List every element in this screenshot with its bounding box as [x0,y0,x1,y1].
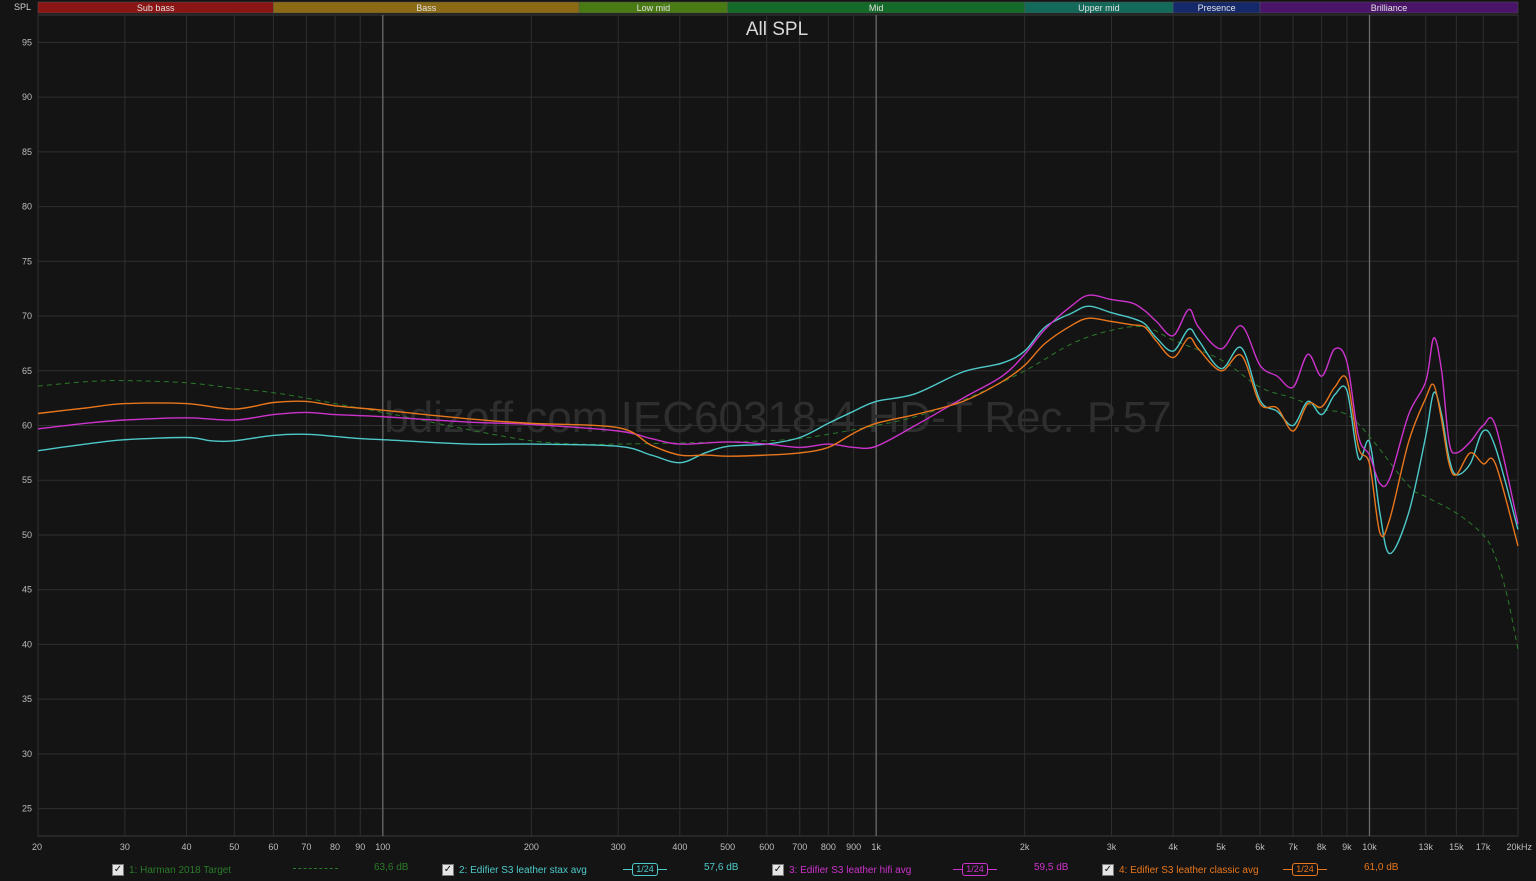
x-tick-label: 9k [1342,842,1352,852]
x-tick-label: 30 [120,842,130,852]
x-tick-label: 3k [1107,842,1117,852]
legend-item-classic[interactable]: ✓ 4: Edifier S3 leather classic avg [1102,861,1259,879]
x-tick-label: 700 [792,842,807,852]
x-tick-label: 8k [1317,842,1327,852]
y-axis-label: SPL [14,2,31,12]
x-tick-label: 4k [1168,842,1178,852]
legend-label: 4: Edifier S3 leather classic avg [1119,864,1259,876]
y-tick-label: 70 [22,311,32,321]
legend: ✓ 1: Harman 2018 Target 63,6 dB ✓ 2: Edi… [0,858,1536,881]
smoothing-label: 1/24 [632,862,658,876]
checkbox-icon[interactable]: ✓ [442,864,454,876]
legend-level: 57,6 dB [704,862,739,873]
x-tick-label: 60 [268,842,278,852]
band-label: Brilliance [1371,3,1408,13]
x-tick-label: 40 [182,842,192,852]
legend-item-harman-target[interactable]: ✓ 1: Harman 2018 Target [112,861,231,879]
watermark: bdizoff.com IEC60318-4 HD-T Rec. P.57 [384,393,1172,442]
band-label: Low mid [637,3,671,13]
x-tick-label: 15k [1449,842,1464,852]
smoothing-label: 1/24 [962,862,988,876]
y-tick-label: 65 [22,366,32,376]
watermark-text: bdizoff.com IEC60318-4 HD-T Rec. P.57 [384,393,1172,442]
smoothing-label: 1/24 [1292,862,1318,876]
x-tick-label: 50 [229,842,239,852]
legend-item-stax[interactable]: ✓ 2: Edifier S3 leather stax avg [442,861,587,879]
y-tick-label: 35 [22,694,32,704]
y-tick-label: 50 [22,530,32,540]
x-tick-label: 17k [1476,842,1491,852]
x-tick-label: 500 [720,842,735,852]
x-tick-label: 400 [672,842,687,852]
band-label: Upper mid [1078,3,1120,13]
band-label: Bass [416,3,437,13]
x-tick-label: 70 [301,842,311,852]
x-tick-label: 2k [1020,842,1030,852]
frequency-bands: Sub bass Bass Low mid Mid Upper mid Presence B… [37,1,1519,14]
y-tick-label: 55 [22,475,32,485]
smoothing-selector[interactable]: 1/24 [1283,862,1327,876]
legend-item-hifi[interactable]: ✓ 3: Edifier S3 leather hifi avg [772,861,911,879]
y-tick-label: 25 [22,804,32,814]
legend-label: 3: Edifier S3 leather hifi avg [789,864,912,876]
x-tick-label: 20kHz [1506,842,1532,852]
x-tick-label: 100 [375,842,390,852]
frequency-response-chart: Sub bass Bass Low mid Mid Upper mid Presence B… [0,0,1536,858]
x-tick-label: 7k [1288,842,1298,852]
x-tick-label: 900 [846,842,861,852]
x-tick-label: 800 [821,842,836,852]
y-tick-label: 95 [22,37,32,47]
x-tick-label: 600 [759,842,774,852]
checkbox-icon[interactable]: ✓ [112,864,124,876]
band-label: Sub bass [137,3,175,13]
x-tick-label: 200 [524,842,539,852]
smoothing-selector[interactable]: 1/24 [623,862,667,876]
y-tick-label: 85 [22,147,32,157]
checkbox-icon[interactable]: ✓ [772,864,784,876]
chart-title: All SPL [746,19,808,40]
y-tick-label: 45 [22,585,32,595]
legend-level: 59,5 dB [1034,862,1069,873]
x-tick-label: 13k [1418,842,1433,852]
legend-level: 63,6 dB [374,862,409,873]
x-tick-label: 5k [1216,842,1226,852]
band-label: Presence [1198,3,1236,13]
checkbox-icon[interactable]: ✓ [1102,864,1114,876]
y-tick-label: 60 [22,421,32,431]
x-tick-label: 1k [871,842,881,852]
band-label: Mid [869,3,884,13]
y-tick-label: 90 [22,92,32,102]
x-tick-label: 80 [330,842,340,852]
smoothing-selector[interactable]: 1/24 [953,862,997,876]
x-tick-label: 300 [611,842,626,852]
y-tick-label: 75 [22,256,32,266]
x-tick-label: 90 [355,842,365,852]
y-tick-label: 40 [22,639,32,649]
legend-label: 2: Edifier S3 leather stax avg [459,864,587,876]
legend-level: 61,0 dB [1364,862,1399,873]
legend-label: 1: Harman 2018 Target [129,864,232,876]
x-tick-label: 10k [1362,842,1377,852]
dashed-line-icon [293,868,338,869]
y-tick-label: 30 [22,749,32,759]
y-tick-label: 80 [22,202,32,212]
x-tick-label: 6k [1255,842,1265,852]
x-tick-label: 20 [32,842,42,852]
y-tick-labels: 25 30 35 40 45 50 55 60 65 70 75 80 85 90 95 [22,37,32,813]
